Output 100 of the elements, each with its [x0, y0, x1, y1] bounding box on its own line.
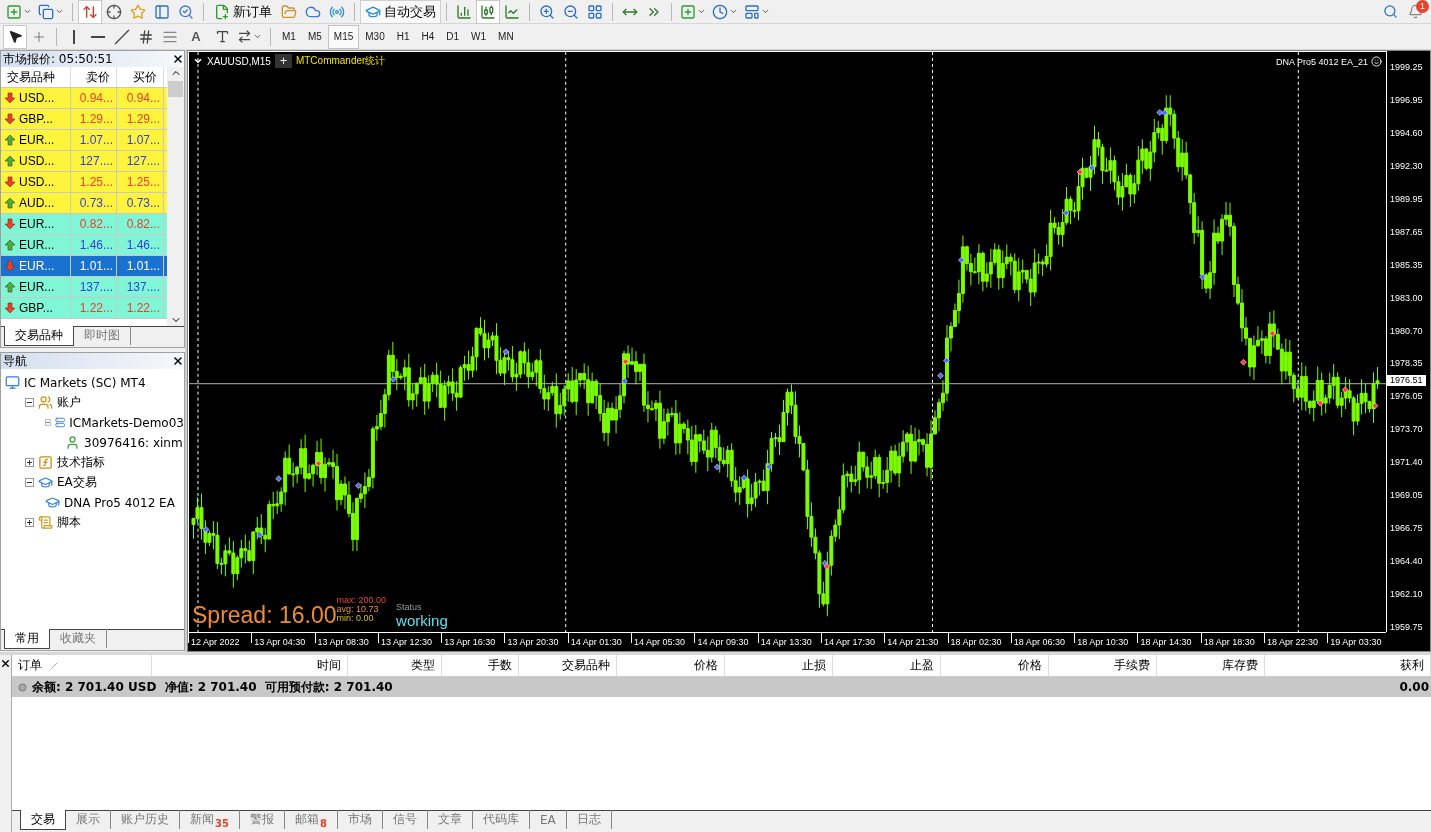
terminal-tab[interactable]: 日志: [566, 810, 612, 829]
expand-icon[interactable]: [25, 458, 34, 467]
price-label: 1966.75: [1389, 523, 1424, 534]
bell-icon[interactable]: [1407, 4, 1423, 19]
column-header[interactable]: 订单: [18, 657, 42, 674]
expand-icon[interactable]: [25, 518, 34, 527]
bid-cell: 1.22...: [71, 298, 117, 318]
max-spread: max: 200.00: [336, 596, 387, 605]
count-label: 8: [319, 818, 327, 829]
scrollbar[interactable]: [167, 67, 184, 326]
terminal-tab[interactable]: 文章: [427, 810, 473, 829]
panel-tab[interactable]: 交易品种: [4, 326, 74, 346]
column-header[interactable]: 手数: [488, 657, 512, 674]
terminal-tab[interactable]: 信号: [382, 810, 428, 829]
price-label: 1992.30: [1389, 160, 1424, 171]
panel-tab[interactable]: 常用: [4, 629, 50, 649]
terminal-tab[interactable]: 交易: [20, 810, 66, 830]
panel-tab[interactable]: 即时图: [74, 326, 131, 345]
quote-row[interactable]: EUR... 1.07... 1.07...: [1, 130, 167, 151]
collapse-icon[interactable]: [25, 478, 34, 487]
quote-row[interactable]: USD... 127.... 127....: [1, 151, 167, 172]
tree-item[interactable]: 账户: [57, 394, 81, 411]
timeframe-button[interactable]: M5: [302, 25, 327, 48]
quote-row[interactable]: AUD... 0.73... 0.73...: [1, 193, 167, 214]
scroll-thumb[interactable]: [168, 81, 183, 97]
quote-row[interactable]: EUR... 0.82... 0.82...: [1, 214, 167, 235]
price-label: 1999.25: [1389, 62, 1424, 72]
terminal-tab[interactable]: 市场: [337, 810, 383, 829]
symbol-text: EUR...: [19, 280, 55, 294]
ask-cell: 1.25...: [117, 172, 164, 192]
timeframe-button[interactable]: W1: [466, 25, 492, 48]
server-icon: [55, 415, 66, 430]
tree-item[interactable]: ICMarkets-Demo03: [69, 415, 184, 430]
close-icon[interactable]: [172, 53, 184, 65]
candlestick-icon: [480, 3, 496, 20]
market-watch-button[interactable]: [79, 0, 101, 23]
price-label: 1987.65: [1389, 226, 1424, 237]
caret-icon[interactable]: [193, 56, 203, 66]
terminal-tab[interactable]: 展示: [66, 810, 111, 829]
profit-value: 0.00: [1399, 680, 1429, 694]
horizontal-line-icon: [91, 35, 105, 38]
timeframe-button[interactable]: H1: [391, 25, 415, 48]
text-tool[interactable]: A: [183, 25, 209, 48]
symbol-text: GBP...: [19, 301, 53, 315]
tree-item[interactable]: 脚本: [57, 514, 81, 531]
indicator-label: MTCommander统计: [295, 54, 386, 68]
candlestick-button[interactable]: [477, 0, 499, 23]
column-header[interactable]: 价格: [1018, 657, 1042, 674]
column-header[interactable]: 获利: [1400, 657, 1424, 674]
ask-cell: 0.73...: [117, 193, 164, 213]
timeframe-button[interactable]: H4: [416, 25, 440, 48]
column-header[interactable]: 库存费: [1222, 657, 1258, 674]
terminal-tab[interactable]: EA: [529, 810, 567, 829]
tree-item[interactable]: 30976416: xinm: [84, 435, 183, 450]
timeframe-button[interactable]: M1: [277, 25, 301, 48]
column-header[interactable]: 价格: [694, 657, 718, 674]
timeframe-button[interactable]: M30: [360, 25, 390, 48]
bid-cell: 1.29...: [71, 109, 117, 129]
tree-item[interactable]: EA交易: [57, 474, 97, 491]
user-icon: [65, 435, 80, 450]
quote-row[interactable]: USD... 1.25... 1.25...: [1, 172, 167, 193]
price-label: 1985.35: [1389, 259, 1424, 270]
quote-row[interactable]: EUR... 1.46... 1.46...: [1, 235, 167, 256]
column-header[interactable]: 手续费: [1114, 657, 1150, 674]
column-header[interactable]: 止损: [802, 657, 826, 674]
timeframe-button[interactable]: M15: [328, 25, 359, 48]
price-label: 1964.40: [1389, 556, 1424, 567]
caret-icon: [761, 7, 770, 16]
column-header[interactable]: 交易品种: [562, 657, 610, 674]
close-icon[interactable]: [0, 658, 11, 669]
column-header[interactable]: 止盈: [910, 657, 934, 674]
ask-cell: 0.94...: [117, 88, 164, 108]
tree-item[interactable]: DNA Pro5 4012 EA: [64, 495, 175, 510]
quote-row[interactable]: USD... 0.94... 0.94...: [1, 88, 167, 109]
quote-row[interactable]: GBP... 1.22... 1.22...: [1, 298, 167, 319]
collapse-icon[interactable]: [25, 398, 34, 407]
terminal-tab[interactable]: 代码库: [472, 810, 530, 829]
cursor-button[interactable]: [4, 25, 26, 48]
column-header[interactable]: 类型: [411, 657, 435, 674]
terminal-tab[interactable]: 账户历史: [111, 810, 180, 829]
ea-label: DNA Pro5 4012 EA_21: [1275, 56, 1368, 67]
add-button[interactable]: +: [274, 54, 292, 68]
auto-trading-button[interactable]: 自动交易: [361, 0, 440, 23]
tree-item[interactable]: IC Markets (SC) MT4: [24, 375, 146, 390]
symbol-text: USD...: [19, 154, 55, 168]
caret-icon: [253, 32, 262, 41]
column-header[interactable]: 时间: [317, 657, 341, 674]
quote-row[interactable]: GBP... 1.29... 1.29...: [1, 109, 167, 130]
terminal-tab[interactable]: 警报: [239, 810, 285, 829]
quote-row[interactable]: EUR... 1.01... 1.01...: [1, 256, 167, 277]
panel-tab[interactable]: 收藏夹: [50, 629, 107, 648]
tree-item[interactable]: 技术指标: [57, 454, 105, 471]
quote-row[interactable]: EUR... 137.... 137....: [1, 277, 167, 298]
close-icon[interactable]: [172, 355, 184, 367]
new-order-button[interactable]: 新订单: [210, 0, 276, 23]
notification-badge: 1: [1416, 0, 1429, 13]
timeframe-button[interactable]: MN: [493, 25, 519, 48]
timeframe-button[interactable]: D1: [441, 25, 465, 48]
sort-icon: [50, 661, 58, 670]
star-icon: [130, 3, 146, 20]
